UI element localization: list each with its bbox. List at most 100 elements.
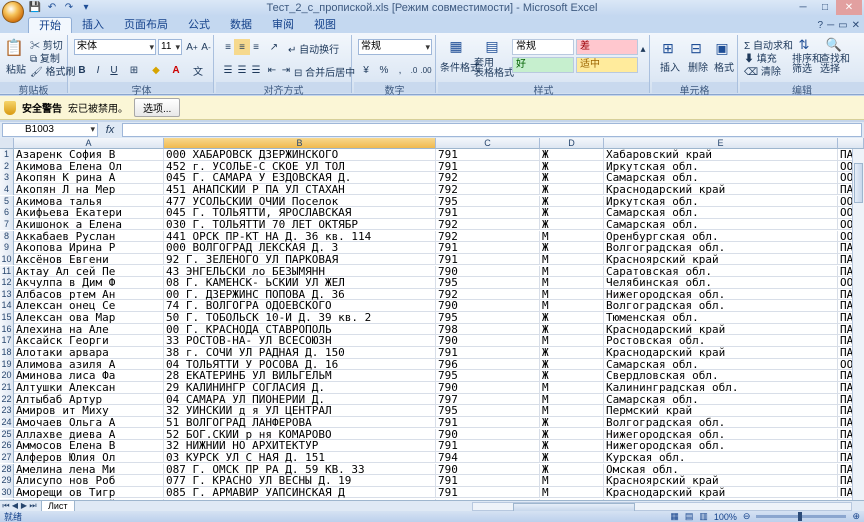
cell-b[interactable]: 030 Г. ТОЛЬЯТТИ 70 ЛЕТ ОКТЯБР bbox=[164, 218, 436, 230]
underline-button[interactable]: U bbox=[106, 62, 122, 78]
cell-d[interactable]: Ж bbox=[540, 312, 604, 324]
cell-d[interactable]: Ж bbox=[540, 149, 604, 160]
column-header-d[interactable]: D bbox=[540, 138, 604, 149]
cell-c[interactable]: 795 bbox=[436, 195, 540, 207]
cell-a[interactable]: Амиров ит Миху bbox=[14, 405, 164, 417]
row-header[interactable]: 18 bbox=[0, 347, 14, 359]
tab-view[interactable]: 视图 bbox=[304, 17, 346, 33]
cell-a[interactable]: Алотаки арвара bbox=[14, 347, 164, 359]
tab-home[interactable]: 开始 bbox=[28, 17, 72, 33]
sort-filter-icon[interactable]: ⇅ bbox=[794, 37, 814, 53]
horizontal-scrollbar[interactable] bbox=[472, 501, 852, 512]
cell-c[interactable]: 798 bbox=[436, 323, 540, 335]
column-header-b[interactable]: B bbox=[164, 138, 436, 149]
formula-input[interactable] bbox=[122, 123, 862, 137]
row-header[interactable]: 20 bbox=[0, 370, 14, 382]
cell-c[interactable]: 791 bbox=[436, 242, 540, 254]
cell-b[interactable]: 52 БОГ.СКИЙ р ня КОМАРОВО bbox=[164, 428, 436, 440]
row-header[interactable]: 30 bbox=[0, 486, 14, 499]
row-header[interactable]: 4 bbox=[0, 183, 14, 196]
increase-indent-icon[interactable]: ⇥ bbox=[278, 62, 294, 78]
cell-c[interactable]: 791 bbox=[436, 207, 540, 219]
cell-a[interactable]: Акопян К рина А bbox=[14, 172, 164, 184]
cell-a[interactable]: Алексан онец Се bbox=[14, 300, 164, 312]
cell-e[interactable]: Краснодарский край bbox=[604, 323, 838, 335]
ribbon-restore-icon[interactable]: ▭ bbox=[838, 20, 847, 31]
cell-e[interactable]: Краснодарский край bbox=[604, 347, 838, 359]
format-cells-icon[interactable]: ▣ bbox=[712, 39, 732, 57]
cell-c[interactable]: 791 bbox=[436, 416, 540, 428]
row-header[interactable]: 2 bbox=[0, 160, 14, 173]
cell-e[interactable]: Свердловская обл. bbox=[604, 370, 838, 382]
row-header[interactable]: 16 bbox=[0, 323, 14, 336]
cell-d[interactable]: Ж bbox=[540, 323, 604, 335]
row-header[interactable]: 1 bbox=[0, 149, 14, 161]
row-header[interactable]: 8 bbox=[0, 230, 14, 243]
tab-page-layout[interactable]: 页面布局 bbox=[114, 17, 178, 33]
cell-a[interactable]: Алферов Юлия Ол bbox=[14, 451, 164, 463]
cell-c[interactable]: 795 bbox=[436, 312, 540, 324]
cell-e[interactable]: Волгоградская обл. bbox=[604, 242, 838, 254]
cell-d[interactable]: Ж bbox=[540, 183, 604, 195]
row-header[interactable]: 3 bbox=[0, 172, 14, 184]
cell-b[interactable]: 32 НИЖНИЙ НО АРХИТЕКТУР bbox=[164, 440, 436, 452]
cell-c[interactable]: 790 bbox=[436, 300, 540, 312]
cell-b[interactable]: 03 КУРСК УЛ С НАЯ Д. 151 bbox=[164, 451, 436, 463]
row-header[interactable]: 13 bbox=[0, 288, 14, 301]
normal-view-icon[interactable]: ▦ bbox=[670, 511, 679, 522]
cell-a[interactable]: Амочаев Ольга А bbox=[14, 416, 164, 428]
zoom-in-icon[interactable]: ⊕ bbox=[852, 511, 860, 522]
cell-b[interactable]: 00 Г. ДЗЕРЖИНС ПОПОВА Д. 36 bbox=[164, 288, 436, 300]
cell-a[interactable]: Алексан ова Мар bbox=[14, 312, 164, 324]
cell-b[interactable]: 92 Г. ЗЕЛЕНОГО УЛ ПАРКОВАЯ bbox=[164, 253, 436, 265]
styles-scroll-icon[interactable]: ▴ bbox=[638, 41, 648, 57]
cell-c[interactable]: 790 bbox=[436, 428, 540, 440]
row-header[interactable]: 26 bbox=[0, 440, 14, 452]
cell-a[interactable]: Аллахве диева А bbox=[14, 428, 164, 440]
format-cells-button[interactable]: 格式 bbox=[714, 59, 734, 74]
cell-b[interactable]: 43 ЭНГЕЛЬСКИ ло БЕЗЫМЯНН bbox=[164, 265, 436, 277]
number-format-select[interactable]: 常规 bbox=[358, 39, 432, 55]
cell-d[interactable]: Ж bbox=[540, 451, 604, 463]
orientation-icon[interactable]: ↗ bbox=[266, 39, 282, 55]
cell-b[interactable]: 452 г. УСОЛЬЕ-С СКОЕ УЛ ТОЛ bbox=[164, 160, 436, 172]
security-options-button[interactable]: 选项... bbox=[134, 98, 181, 117]
style-bad[interactable]: 差 bbox=[576, 39, 638, 55]
clear-button[interactable]: ⌫ 清除 bbox=[744, 63, 781, 78]
cell-e[interactable]: Самарская обл. bbox=[604, 358, 838, 370]
cell-c[interactable]: 795 bbox=[436, 277, 540, 289]
cell-c[interactable]: 791 bbox=[436, 160, 540, 172]
cell-a[interactable]: Алехина на Але bbox=[14, 323, 164, 335]
maximize-icon[interactable]: □ bbox=[814, 0, 836, 15]
cell-c[interactable]: 792 bbox=[436, 218, 540, 230]
cell-b[interactable]: 04 ТОЛЬЯТТИ У РОСОВА Д. 16 bbox=[164, 358, 436, 370]
table-format-icon[interactable]: ▤ bbox=[482, 37, 502, 55]
cell-a[interactable]: Акопова Ирина Р bbox=[14, 242, 164, 254]
cell-a[interactable]: Аксёнов Евгени bbox=[14, 253, 164, 265]
cell-e[interactable]: Пермский край bbox=[604, 405, 838, 417]
cell-b[interactable]: 045 Г. ТОЛЬЯТТИ, ЯРОСЛАВСКАЯ bbox=[164, 207, 436, 219]
cell-b[interactable]: 29 КАЛИНИНГР СОГЛАСИЯ Д. bbox=[164, 382, 436, 393]
cell-d[interactable]: М bbox=[540, 253, 604, 265]
bold-button[interactable]: B bbox=[74, 62, 90, 78]
cell-e[interactable]: Красноярский край bbox=[604, 253, 838, 265]
delete-cells-icon[interactable]: ⊟ bbox=[686, 39, 706, 57]
row-header[interactable]: 10 bbox=[0, 253, 14, 266]
cell-c[interactable]: 791 bbox=[436, 253, 540, 265]
cell-e[interactable]: Нижегородская обл. bbox=[604, 428, 838, 440]
cell-e[interactable]: Ростовская обл. bbox=[604, 335, 838, 347]
italic-button[interactable]: I bbox=[90, 62, 106, 78]
paste-button[interactable]: 粘贴 bbox=[6, 61, 26, 76]
cell-a[interactable]: Аккабаев Руслан bbox=[14, 230, 164, 242]
font-size-select[interactable]: 11 bbox=[158, 39, 182, 55]
cell-d[interactable]: Ж bbox=[540, 218, 604, 230]
cell-a[interactable]: Алимова азиля А bbox=[14, 358, 164, 370]
cell-d[interactable]: М bbox=[540, 265, 604, 277]
cell-a[interactable]: Аксайск Георги bbox=[14, 335, 164, 347]
cell-a[interactable]: Акифьева Екатери bbox=[14, 207, 164, 219]
tab-data[interactable]: 数据 bbox=[220, 17, 262, 33]
row-header[interactable]: 22 bbox=[0, 393, 14, 406]
cell-e[interactable]: Оренбургская обл. bbox=[604, 230, 838, 242]
sort-filter-button[interactable]: 排序和 筛选 bbox=[792, 55, 822, 75]
cell-d[interactable]: М bbox=[540, 277, 604, 289]
